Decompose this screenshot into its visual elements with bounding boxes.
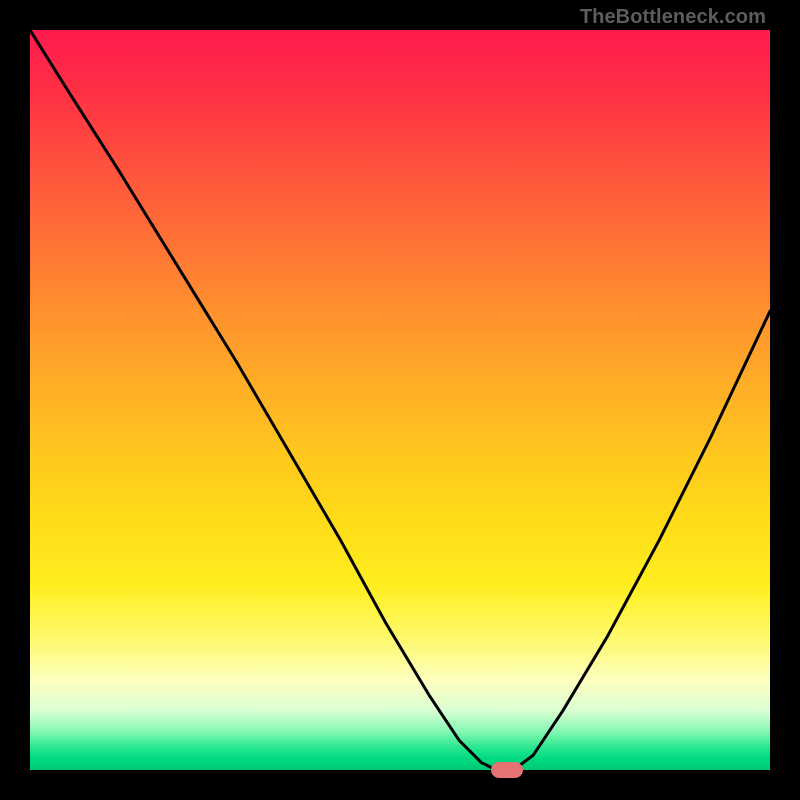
chart-frame: TheBottleneck.com [0, 0, 800, 800]
gradient-plot-area [30, 30, 770, 770]
optimal-point-marker [491, 762, 523, 778]
attribution-text: TheBottleneck.com [580, 6, 766, 29]
